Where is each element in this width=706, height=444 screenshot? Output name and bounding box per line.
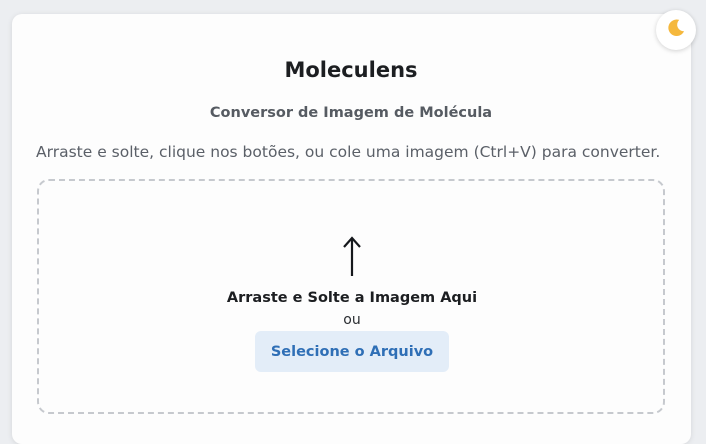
instructions-text: Arraste e solte, clique nos botões, ou c… — [36, 143, 661, 161]
upload-arrow-icon — [39, 235, 665, 277]
or-label: ou — [343, 312, 361, 328]
select-file-button[interactable]: Selecione o Arquivo — [255, 331, 449, 372]
theme-toggle-button[interactable] — [656, 10, 696, 50]
drop-label: Arraste e Solte a Imagem Aqui — [226, 290, 478, 306]
page-subtitle: Conversor de Imagem de Molécula — [209, 105, 493, 121]
page-title: Moleculens — [284, 58, 418, 82]
image-dropzone[interactable]: Arraste e Solte a Imagem Aqui ou Selecio… — [37, 179, 665, 414]
moon-icon — [665, 17, 687, 43]
